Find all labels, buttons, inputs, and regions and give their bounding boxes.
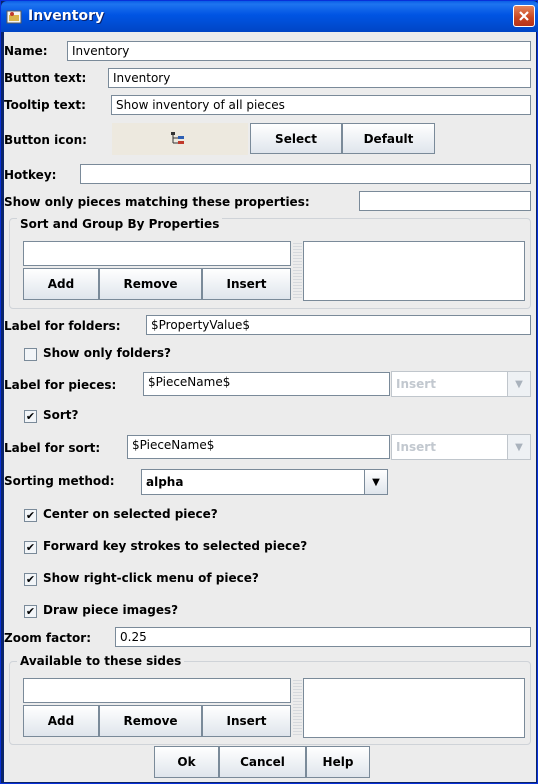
sorting-method-value: alpha xyxy=(146,475,184,489)
sides-insert-button[interactable]: Insert xyxy=(202,705,291,737)
sort-property-input[interactable] xyxy=(23,241,291,266)
window-title: Inventory xyxy=(28,8,105,24)
sort-label: Sort? xyxy=(43,408,79,422)
draw-images-checkbox[interactable]: ✔ xyxy=(24,605,37,618)
name-label: Name: xyxy=(4,44,48,58)
checkmark-icon: ✔ xyxy=(25,605,36,618)
folders-label-field[interactable]: $PropertyValue$ xyxy=(146,315,531,335)
name-field[interactable]: Inventory xyxy=(67,41,531,61)
right-click-menu-checkbox[interactable]: ✔ xyxy=(24,573,37,586)
zoom-label: Zoom factor: xyxy=(4,631,91,645)
pieces-label-field[interactable]: $PieceName$ xyxy=(143,372,390,396)
checkmark-icon: ✔ xyxy=(25,573,36,586)
sort-add-button[interactable]: Add xyxy=(23,268,99,300)
show-only-folders-checkbox[interactable] xyxy=(24,348,37,361)
sides-list[interactable] xyxy=(303,678,525,738)
center-selected-label: Center on selected piece? xyxy=(43,507,218,521)
ok-button[interactable]: Ok xyxy=(154,746,219,778)
pieces-insert-combo[interactable]: Insert ▼ xyxy=(391,371,531,397)
chevron-down-icon: ▼ xyxy=(507,372,530,396)
icon-preview xyxy=(112,123,248,155)
zoom-field[interactable]: 0.25 xyxy=(115,627,531,647)
checkmark-icon: ✔ xyxy=(25,541,36,554)
sides-input[interactable] xyxy=(23,678,291,703)
pieces-label: Label for pieces: xyxy=(4,378,117,392)
filter-label: Show only pieces matching these properti… xyxy=(4,195,310,209)
sort-property-list[interactable] xyxy=(303,241,525,301)
sides-add-button[interactable]: Add xyxy=(23,705,99,737)
sort-remove-button[interactable]: Remove xyxy=(99,268,202,300)
checkmark-icon: ✔ xyxy=(25,410,36,423)
tooltip-text-field[interactable]: Show inventory of all pieces xyxy=(111,95,531,115)
default-icon-button[interactable]: Default xyxy=(342,123,435,154)
forward-keystrokes-label: Forward key strokes to selected piece? xyxy=(43,539,308,553)
close-icon xyxy=(519,11,529,21)
chevron-down-icon: ▼ xyxy=(364,470,387,494)
tooltip-text-label: Tooltip text: xyxy=(4,98,86,112)
button-icon-label: Button icon: xyxy=(4,133,87,147)
hotkey-label: Hotkey: xyxy=(4,168,57,182)
chevron-down-icon: ▼ xyxy=(507,435,530,459)
sides-remove-button[interactable]: Remove xyxy=(99,705,202,737)
sides-splitter[interactable] xyxy=(293,678,302,737)
title-bar[interactable]: Inventory xyxy=(1,1,538,32)
app-icon xyxy=(6,10,22,24)
select-icon-button[interactable]: Select xyxy=(250,123,342,154)
sorting-method-label: Sorting method: xyxy=(4,474,115,488)
folders-label: Label for folders: xyxy=(4,319,121,333)
sort-insert-button[interactable]: Insert xyxy=(202,268,291,300)
sort-insert-combo[interactable]: Insert ▼ xyxy=(391,434,531,460)
sort-splitter[interactable] xyxy=(293,241,302,300)
sort-label-field[interactable]: $PieceName$ xyxy=(127,435,390,459)
show-only-folders-label: Show only folders? xyxy=(43,346,171,360)
button-text-field[interactable]: Inventory xyxy=(108,68,531,88)
checkmark-icon: ✔ xyxy=(25,509,36,522)
help-button[interactable]: Help xyxy=(306,746,370,778)
dialog-content: Name: Inventory Button text: Inventory T… xyxy=(4,32,536,782)
sorting-method-select[interactable]: alpha ▼ xyxy=(141,469,388,495)
filter-field[interactable] xyxy=(359,191,531,211)
pieces-insert-value: Insert xyxy=(396,377,436,391)
sides-group-title: Available to these sides xyxy=(17,654,185,668)
close-button[interactable] xyxy=(513,5,535,27)
sort-checkbox[interactable]: ✔ xyxy=(24,410,37,423)
sort-group-title: Sort and Group By Properties xyxy=(17,217,223,231)
dialog-window: Inventory Name: Inventory Button text: I… xyxy=(0,0,538,784)
draw-images-label: Draw piece images? xyxy=(43,603,179,617)
center-selected-checkbox[interactable]: ✔ xyxy=(24,509,37,522)
forward-keystrokes-checkbox[interactable]: ✔ xyxy=(24,541,37,554)
sort-label-label: Label for sort: xyxy=(4,441,101,455)
sort-insert-value: Insert xyxy=(396,440,436,454)
hotkey-field[interactable] xyxy=(80,164,531,184)
button-text-label: Button text: xyxy=(4,71,87,85)
right-click-menu-label: Show right-click menu of piece? xyxy=(43,571,259,585)
cancel-button[interactable]: Cancel xyxy=(219,746,306,778)
tree-icon xyxy=(171,132,184,144)
